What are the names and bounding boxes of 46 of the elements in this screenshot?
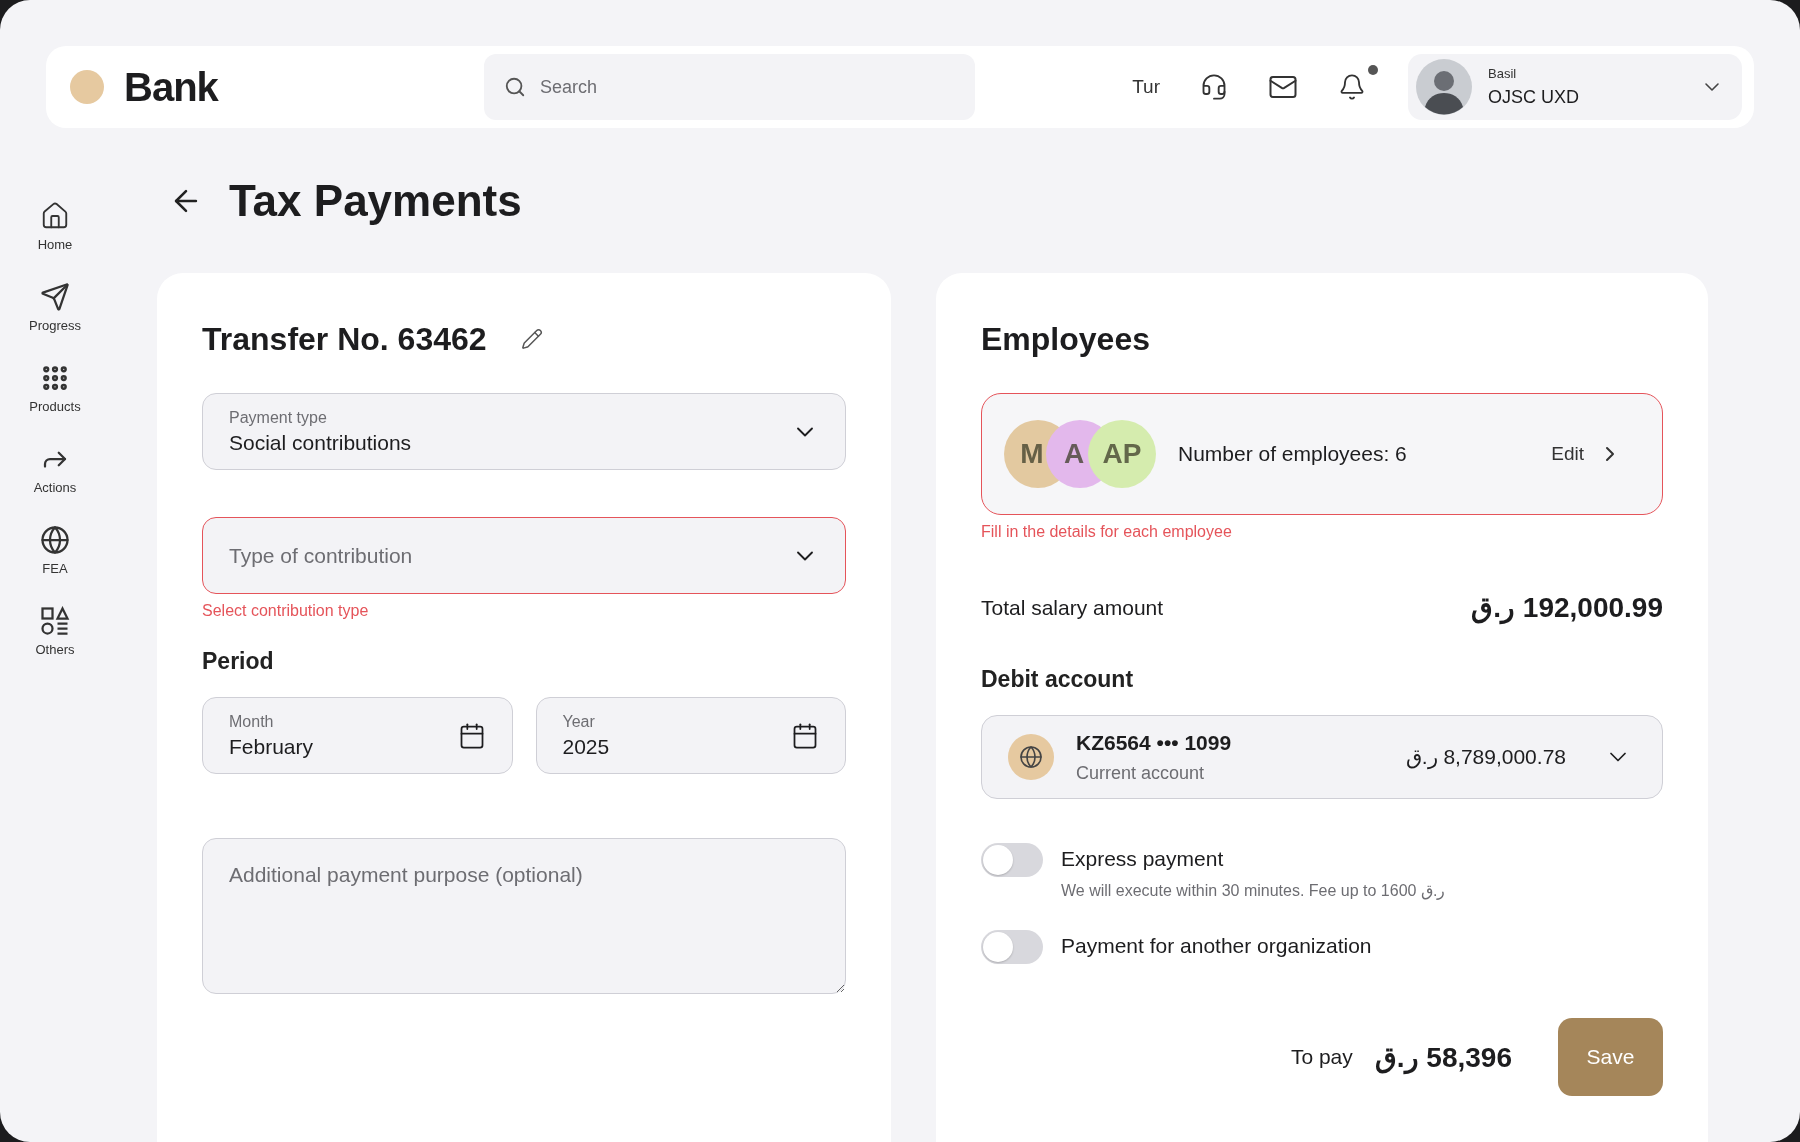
to-pay-label: To pay bbox=[1290, 1045, 1353, 1069]
sidebar-item[interactable]: Others bbox=[10, 606, 100, 657]
period-heading: Period bbox=[202, 648, 275, 675]
total-amount: 192,000.99 ر.ق bbox=[1471, 591, 1663, 624]
globe-icon bbox=[1019, 745, 1043, 769]
to-pay-amount: 58,396 ر.ق bbox=[1374, 1040, 1512, 1074]
initials-avatar: AP bbox=[1088, 420, 1156, 488]
purpose-field[interactable]: Additional payment purpose (optional) bbox=[202, 838, 846, 994]
search-icon bbox=[504, 76, 526, 98]
contribution-dropdown[interactable]: Type of contribution bbox=[202, 517, 846, 594]
toggle-switch[interactable] bbox=[981, 843, 1043, 877]
home-icon bbox=[40, 201, 70, 231]
paper-plane-icon bbox=[40, 282, 70, 312]
toggle-switch[interactable] bbox=[981, 930, 1043, 964]
debit-heading: Debit account bbox=[981, 666, 1135, 693]
edit-link[interactable]: Edit bbox=[1551, 442, 1622, 466]
language-button[interactable]: Tur bbox=[1132, 76, 1160, 98]
employees-title: Employees bbox=[981, 320, 1150, 358]
pencil-icon[interactable] bbox=[520, 328, 543, 350]
sidebar-item[interactable]: Actions bbox=[10, 444, 100, 495]
error-message: Fill in the details for each employee bbox=[981, 523, 1233, 541]
globe-icon bbox=[40, 525, 70, 555]
error-message: Select contribution type bbox=[202, 602, 370, 620]
sidebar-item[interactable]: Products bbox=[10, 363, 100, 414]
toggle-label: Express payment bbox=[1061, 847, 1225, 871]
logo-dot-icon bbox=[70, 70, 104, 104]
logo-text: Bank bbox=[124, 64, 218, 110]
sidebar-item[interactable]: Progress bbox=[10, 282, 100, 333]
page-title: Tax Payments bbox=[229, 175, 522, 226]
headset-icon[interactable] bbox=[1200, 73, 1228, 101]
toggle-hint: We will execute within 30 minutes. Fee up to 1600 ر.ق bbox=[1061, 881, 1446, 900]
total-label: Total salary amount bbox=[981, 595, 1164, 620]
sidebar-item[interactable]: Home bbox=[10, 201, 100, 252]
payment-type-dropdown[interactable]: Payment type Social contributions bbox=[202, 393, 846, 470]
search-field[interactable]: Search bbox=[484, 54, 975, 120]
avatar bbox=[1416, 59, 1472, 115]
sidebar-item[interactable]: FEA bbox=[10, 525, 100, 576]
date-field[interactable]: Year 2025 bbox=[535, 697, 846, 774]
calendar-icon bbox=[791, 721, 819, 750]
transfer-title: Transfer No. 63462 bbox=[202, 320, 487, 358]
date-field[interactable]: Month February bbox=[202, 697, 513, 774]
grid-dots-icon bbox=[40, 363, 70, 393]
toggle-label: Payment for another organization bbox=[1061, 934, 1372, 958]
employee-count: Number of employees: 6 bbox=[1178, 442, 1407, 466]
shapes-icon bbox=[40, 606, 70, 636]
profile-menu[interactable]: Basil OJSC UXD bbox=[1408, 54, 1742, 120]
